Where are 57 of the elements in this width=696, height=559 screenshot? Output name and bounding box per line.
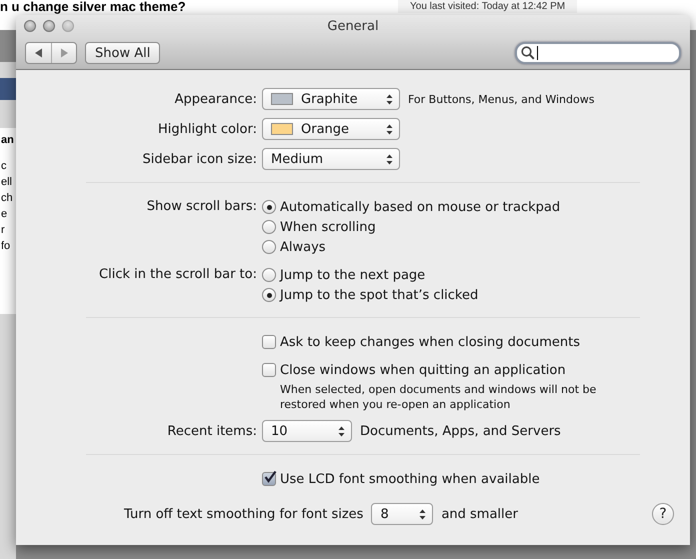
radio-option[interactable]: Jump to the next page [262,265,426,285]
zoom-button[interactable] [62,20,74,32]
popup-menu[interactable]: Orange [262,118,400,140]
hint-text: For Buttons, Menus, and Windows [408,92,594,106]
help-button[interactable]: ? [652,503,674,525]
checkbox-option[interactable]: Use LCD font smoothing when available [262,469,540,489]
popup-menu[interactable]: Graphite [262,88,400,110]
show-all-button[interactable]: Show All [85,42,160,64]
radio-button[interactable] [262,240,276,254]
page-text-fragment: ch [1,191,13,206]
checkbox-option[interactable]: Ask to keep changes when closing documents [262,332,580,352]
up-down-arrows-icon [419,508,426,520]
hint-text: and smaller [441,506,518,522]
forward-icon [60,48,68,58]
popup-menu[interactable]: 10 [262,420,352,442]
page-text-fragment: an [1,133,14,148]
setting-label: Turn off text smoothing for font sizes [124,506,364,522]
radio-option[interactable]: When scrolling [262,217,376,237]
page-nav-bar [0,78,16,100]
radio-button[interactable] [262,288,276,302]
setting-label: Appearance: [174,92,258,106]
hint-text: When selected, open documents and windows will not be restored when you re-open an application [279,382,598,412]
checkbox[interactable] [262,472,276,486]
setting-label: Click in the scroll bar to: [98,266,258,284]
close-button[interactable] [24,20,36,32]
radio-option[interactable]: Automatically based on mouse or trackpad [262,197,560,217]
page-text-fragment: e [1,207,8,222]
checkbox[interactable] [262,363,276,377]
radio-option[interactable]: Jump to the spot that’s clicked [262,285,478,305]
back-icon [34,48,43,58]
setting-label: Show scroll bars: [146,198,258,216]
up-down-arrows-icon [338,426,345,436]
checkbox[interactable] [262,335,276,349]
setting-label: Recent items: [166,424,258,438]
page-text-fragment: r [1,223,5,238]
radio-option[interactable]: Always [262,237,326,257]
hint-text: Documents, Apps, and Servers [360,424,561,438]
up-down-arrows-icon [386,94,393,104]
radio-button[interactable] [262,268,276,282]
setting-label: Highlight color: [157,122,258,136]
popup-menu[interactable]: 8 [371,503,434,525]
radio-button[interactable] [262,200,276,214]
last-visited-text: You last visited: Today at 12:42 PM [398,0,578,13]
popup-menu[interactable]: Medium [262,148,400,170]
page-text-fragment: ell [1,175,12,190]
page-heading: n u change silver mac theme? [0,0,186,14]
page-text-fragment: c [1,159,6,174]
page-text-fragment: fo [1,239,10,254]
radio-button[interactable] [262,220,276,234]
window-title: General [327,18,379,34]
setting-label: Sidebar icon size: [142,152,258,166]
up-down-arrows-icon [386,124,393,134]
search-field[interactable] [515,42,681,64]
up-down-arrows-icon [386,154,393,164]
search-icon [521,46,535,60]
minimize-button[interactable] [43,20,55,32]
checkbox-option[interactable]: Close windows when quitting an application [262,360,566,380]
